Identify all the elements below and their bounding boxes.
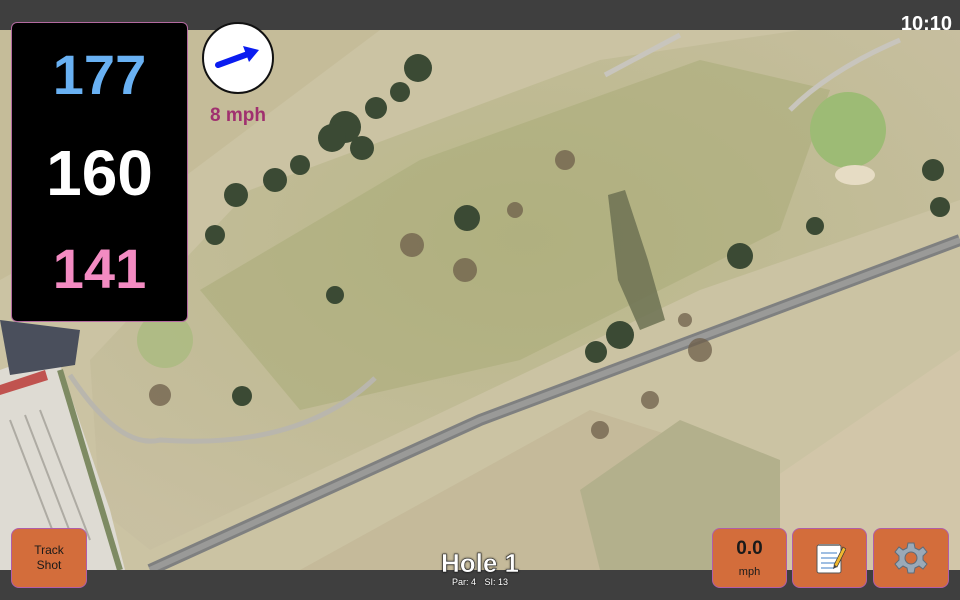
hole-title: Hole 1 — [440, 548, 520, 578]
wind-speed-label: 8 mph — [210, 105, 266, 126]
speed-button[interactable]: 0.0 mph — [712, 528, 787, 588]
gear-icon — [894, 542, 928, 574]
distance-middle: 160 — [46, 137, 153, 209]
clock: 10:10 — [900, 13, 952, 35]
distance-back: 177 — [52, 43, 147, 106]
wind-direction-indicator — [202, 22, 274, 94]
track-shot-button[interactable]: Track Shot — [11, 528, 87, 588]
hole-info: Hole 1 Par: 4 SI: 13 — [380, 550, 580, 587]
distance-panel: 177 160 141 — [11, 22, 188, 322]
settings-button[interactable] — [873, 528, 949, 588]
track-shot-label: Track Shot — [34, 543, 64, 572]
wind-arrow-icon — [215, 46, 259, 68]
notepad-icon — [816, 544, 846, 574]
notes-button[interactable] — [792, 528, 867, 588]
speed-value: 0.0 — [736, 537, 763, 559]
hole-meta: Par: 4 SI: 13 — [380, 578, 580, 587]
hole-par: Par: 4 — [451, 577, 476, 587]
hole-stroke-index: SI: 13 — [484, 577, 509, 587]
distance-front: 141 — [52, 237, 147, 300]
speed-unit: mph — [738, 565, 761, 578]
